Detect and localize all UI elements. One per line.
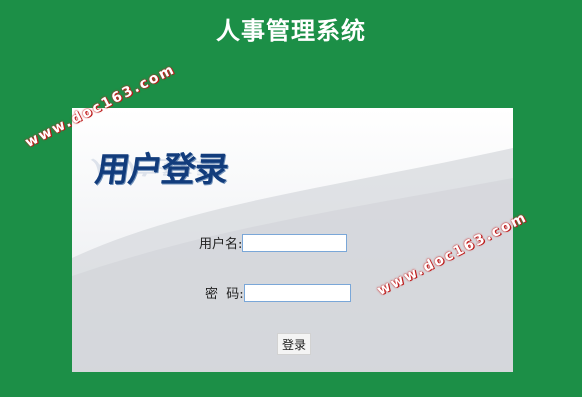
app-title: 人事管理系统 bbox=[216, 16, 366, 45]
login-panel: 用户登录 用户登录 用户名: 密 码: 登录 bbox=[72, 108, 513, 372]
username-row: 用户名: bbox=[199, 233, 348, 252]
password-label: 密 码: bbox=[205, 287, 244, 302]
password-input[interactable] bbox=[243, 283, 351, 302]
username-input[interactable] bbox=[242, 233, 348, 252]
login-button[interactable]: 登录 bbox=[277, 333, 312, 355]
password-row: 密 码: bbox=[205, 283, 351, 302]
login-heading-reflection: 用户登录 bbox=[89, 155, 227, 178]
username-label: 用户名: bbox=[199, 237, 243, 252]
